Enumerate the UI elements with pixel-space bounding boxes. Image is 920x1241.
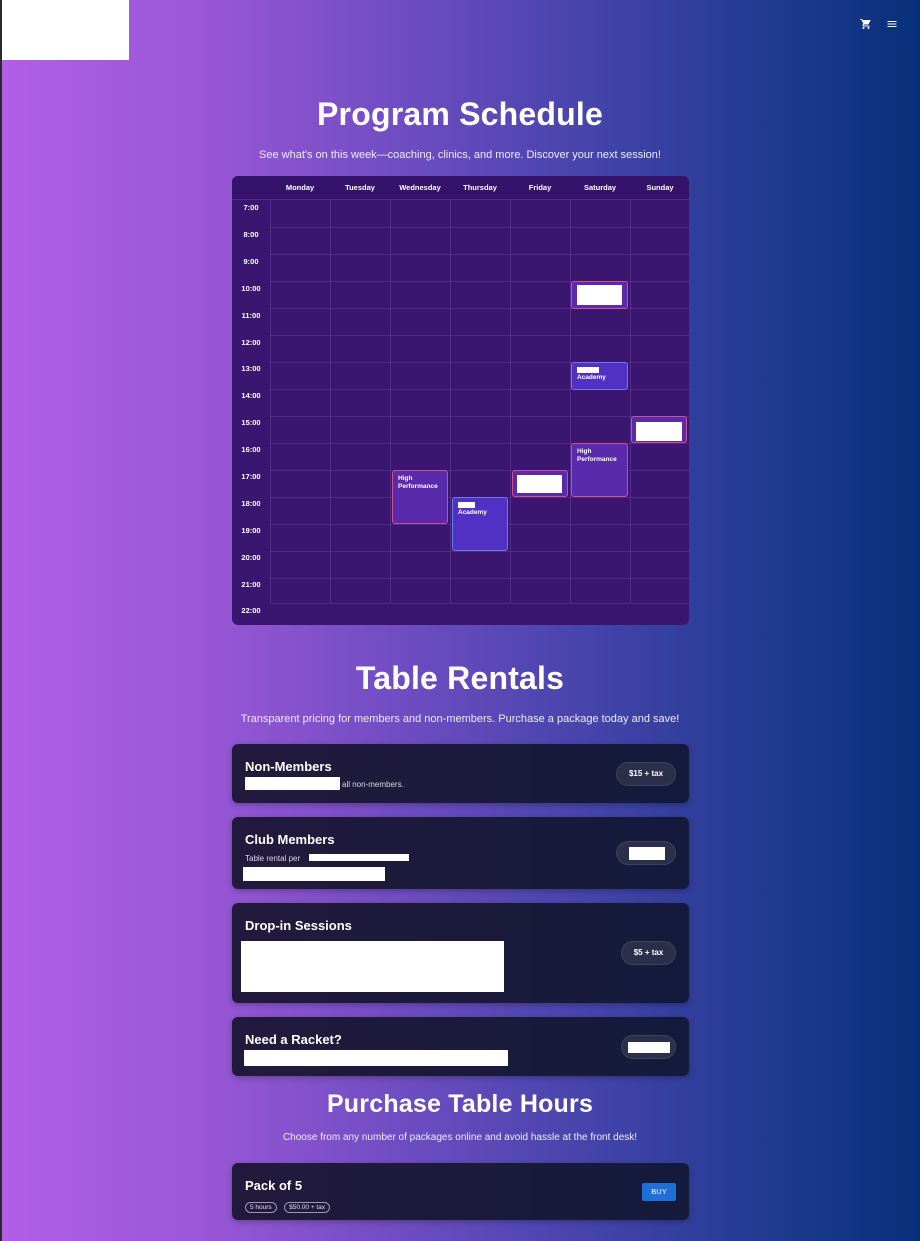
pack-title: Pack of 5 bbox=[245, 1178, 303, 1193]
day-header-sunday: Sunday bbox=[646, 183, 674, 192]
hours-tag: 5 hours bbox=[245, 1202, 277, 1213]
card-title: Non-Members bbox=[245, 759, 332, 774]
redacted-block bbox=[241, 941, 504, 992]
rental-card-non-members: Non-Members all non-members. $15 + tax bbox=[232, 744, 689, 803]
grid-line bbox=[270, 578, 689, 579]
grid-line bbox=[330, 200, 331, 603]
schedule-calendar: Monday Tuesday Wednesday Thursday Friday… bbox=[232, 176, 689, 625]
card-title: Drop-in Sessions bbox=[245, 918, 352, 933]
grid-line bbox=[570, 200, 571, 603]
grid-line bbox=[270, 254, 689, 255]
time-label: 22:00 bbox=[241, 606, 261, 615]
grid-line bbox=[270, 416, 689, 417]
day-header-saturday: Saturday bbox=[583, 183, 617, 192]
time-label: 13:00 bbox=[241, 364, 261, 373]
menu-icon[interactable] bbox=[886, 18, 898, 30]
card-title: Club Members bbox=[245, 832, 335, 847]
time-label: 18:00 bbox=[241, 499, 261, 508]
grid-line bbox=[630, 200, 631, 603]
event-saturday-10[interactable] bbox=[571, 281, 628, 309]
window-edge bbox=[0, 0, 2, 1241]
time-label: 9:00 bbox=[243, 257, 259, 266]
day-header-thursday: Thursday bbox=[463, 183, 497, 192]
redacted-block bbox=[636, 422, 682, 441]
time-label: 21:00 bbox=[241, 580, 261, 589]
time-label: 19:00 bbox=[241, 526, 261, 535]
grid-line bbox=[270, 200, 271, 603]
header-actions bbox=[860, 18, 898, 30]
grid-line bbox=[450, 200, 451, 603]
grid-line bbox=[270, 603, 689, 604]
price-tag: $50.00 + tax bbox=[284, 1202, 331, 1213]
event-label: Academy bbox=[458, 509, 487, 516]
grid-line bbox=[270, 335, 689, 336]
cart-icon[interactable] bbox=[860, 18, 872, 30]
rentals-title: Table Rentals bbox=[355, 660, 565, 696]
redacted-block bbox=[244, 1050, 508, 1066]
event-sunday-15[interactable] bbox=[631, 416, 687, 443]
redacted-block bbox=[628, 1042, 670, 1053]
pack-card: Pack of 5 5 hours $50.00 + tax BUY bbox=[232, 1163, 689, 1220]
price-badge: $15 + tax bbox=[616, 762, 676, 786]
time-label: 14:00 bbox=[241, 391, 261, 400]
buy-button[interactable]: BUY bbox=[642, 1183, 676, 1201]
redacted-block bbox=[243, 867, 385, 881]
card-title: Need a Racket? bbox=[245, 1032, 342, 1047]
rental-card-club-members: Club Members Table rental per bbox=[232, 817, 689, 889]
purchase-title: Purchase Table Hours bbox=[326, 1090, 594, 1118]
event-saturday-academy[interactable]: Academy bbox=[571, 362, 628, 390]
card-description: all non-members. bbox=[342, 780, 404, 789]
rental-card-racket: Need a Racket? bbox=[232, 1017, 689, 1076]
event-label: High Performance bbox=[398, 475, 438, 491]
time-label: 10:00 bbox=[241, 284, 261, 293]
schedule-title: Program Schedule bbox=[317, 96, 603, 132]
schedule-subtitle: See what's on this week—coaching, clinic… bbox=[259, 149, 661, 161]
day-header-friday: Friday bbox=[528, 183, 552, 192]
purchase-subtitle: Choose from any number of packages onlin… bbox=[282, 1132, 638, 1143]
redacted-block bbox=[577, 285, 622, 305]
event-label: Academy bbox=[577, 374, 606, 381]
time-label: 15:00 bbox=[241, 418, 261, 427]
time-label: 7:00 bbox=[243, 203, 259, 212]
redacted-block bbox=[309, 854, 409, 861]
time-label: 20:00 bbox=[241, 553, 261, 562]
time-label: 12:00 bbox=[241, 338, 261, 347]
pack-tags: 5 hours $50.00 + tax bbox=[245, 1196, 333, 1214]
day-header-tuesday: Tuesday bbox=[345, 183, 375, 192]
grid-line bbox=[270, 551, 689, 552]
event-thursday-academy[interactable]: Academy bbox=[452, 497, 508, 551]
event-label: High Performance bbox=[577, 448, 617, 464]
redacted-block bbox=[577, 367, 599, 373]
price-badge: $5 + tax bbox=[621, 941, 676, 965]
rentals-subtitle: Transparent pricing for members and non-… bbox=[240, 713, 680, 725]
grid-line bbox=[270, 227, 689, 228]
rental-card-drop-in: Drop-in Sessions $5 + tax bbox=[232, 903, 689, 1003]
redacted-block bbox=[458, 502, 475, 508]
logo[interactable] bbox=[2, 0, 129, 60]
grid-line bbox=[510, 200, 511, 603]
redacted-block bbox=[245, 777, 340, 790]
event-wednesday-high-performance[interactable]: High Performance bbox=[392, 470, 448, 524]
redacted-block bbox=[517, 475, 562, 493]
time-label: 17:00 bbox=[241, 472, 261, 481]
event-friday-17[interactable] bbox=[512, 470, 568, 497]
redacted-block bbox=[629, 847, 665, 860]
time-label: 11:00 bbox=[241, 311, 261, 320]
time-label: 8:00 bbox=[243, 230, 259, 239]
day-header-wednesday: Wednesday bbox=[399, 183, 441, 192]
event-saturday-high-performance[interactable]: High Performance bbox=[571, 443, 628, 497]
time-label: 16:00 bbox=[241, 445, 261, 454]
card-description: Table rental per bbox=[245, 854, 301, 863]
price-badge bbox=[621, 1035, 676, 1059]
day-header-monday: Monday bbox=[285, 183, 315, 192]
grid-line bbox=[390, 200, 391, 603]
price-badge bbox=[616, 841, 676, 865]
